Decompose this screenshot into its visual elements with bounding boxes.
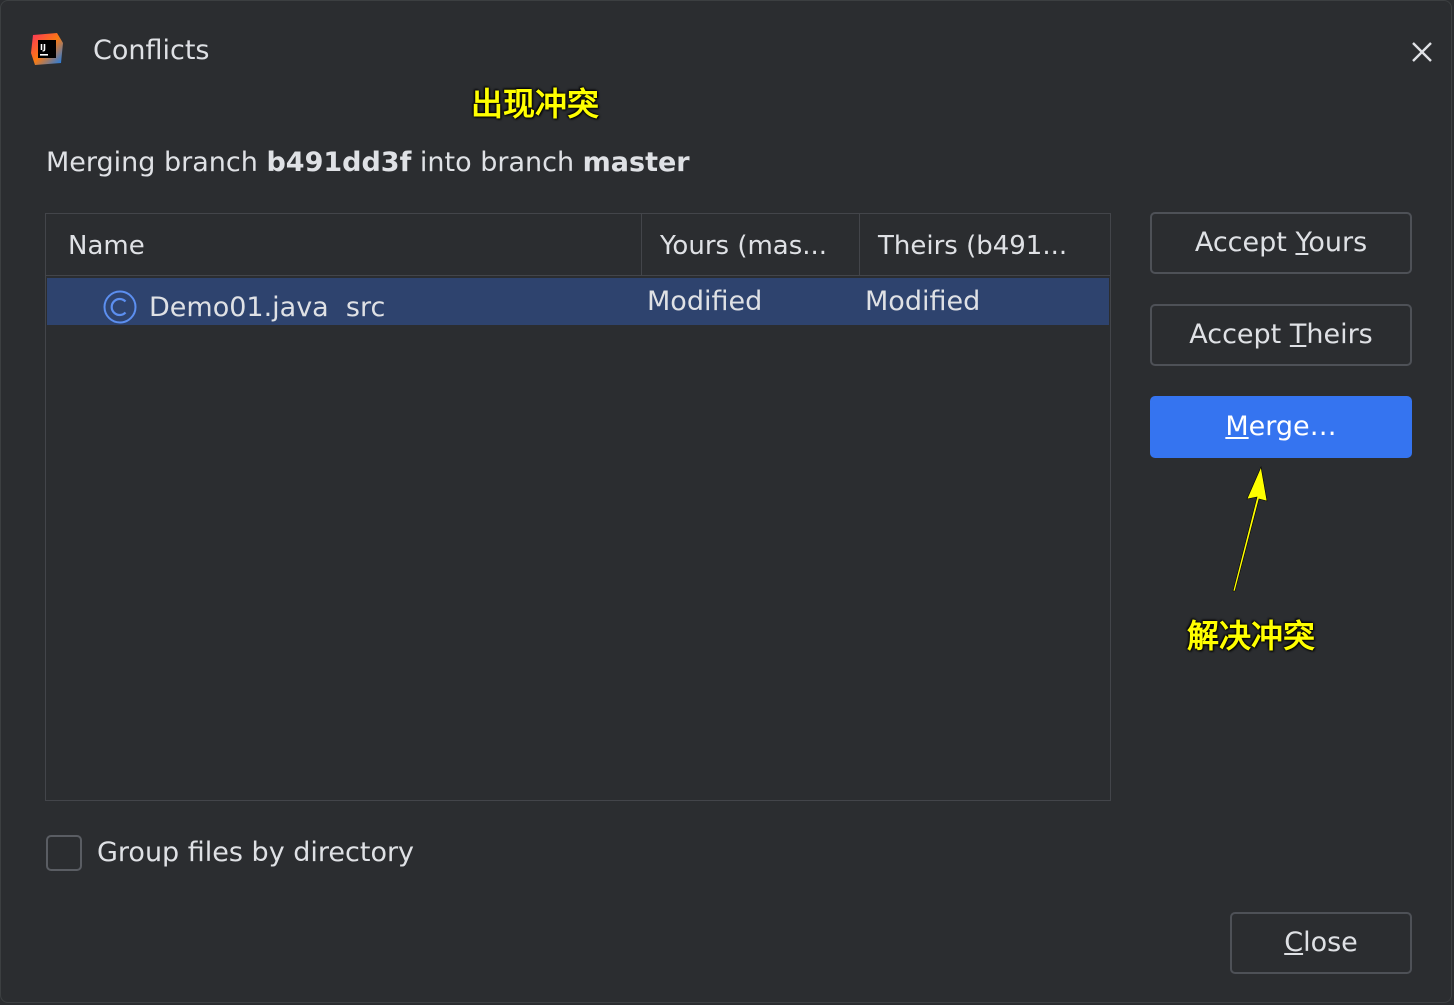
column-header-theirs[interactable]: Theirs (b491...	[860, 214, 1110, 275]
accept-theirs-label-end: heirs	[1306, 319, 1373, 350]
java-class-icon	[103, 290, 137, 324]
accept-yours-mnemonic: Y	[1295, 227, 1309, 258]
accept-theirs-label-start: Accept	[1189, 319, 1290, 350]
accept-yours-label-end: ours	[1308, 227, 1368, 258]
accept-theirs-button[interactable]: Accept Theirs	[1150, 304, 1412, 366]
merge-description-prefix: Merging branch	[46, 147, 267, 178]
file-name: Demo01.java	[149, 292, 329, 323]
merge-description-middle: into branch	[411, 147, 583, 178]
accept-yours-label-start: Accept	[1194, 227, 1296, 258]
svg-text:IJ: IJ	[40, 43, 46, 52]
close-label-end: lose	[1303, 927, 1358, 958]
annotation-arrow	[1232, 465, 1268, 592]
accept-theirs-mnemonic: T	[1289, 319, 1307, 350]
group-by-directory-checkbox[interactable]	[46, 835, 82, 871]
merge-description: Merging branch b491dd3f into branch mast…	[46, 145, 690, 181]
target-branch: master	[582, 147, 690, 178]
close-button[interactable]: Close	[1230, 912, 1412, 974]
dialog-title: Conflicts	[93, 35, 210, 66]
close-icon[interactable]	[1407, 37, 1437, 67]
merge-button[interactable]: Merge…	[1150, 396, 1412, 458]
column-header-name[interactable]: Name	[46, 214, 642, 275]
conflicts-dialog: IJ Conflicts 出现冲突 Merging branch b491dd3…	[0, 0, 1452, 1003]
column-header-yours[interactable]: Yours (mas...	[642, 214, 860, 275]
intellij-idea-icon: IJ	[31, 33, 63, 65]
accept-yours-button[interactable]: Accept Yours	[1150, 212, 1412, 274]
file-name-cell: Demo01.java src	[149, 290, 385, 326]
close-mnemonic: C	[1284, 927, 1304, 958]
table-row[interactable]: Demo01.java src Modified Modified	[47, 278, 1109, 325]
group-by-directory-label[interactable]: Group files by directory	[97, 835, 414, 871]
table-header: Name Yours (mas... Theirs (b491...	[46, 214, 1110, 276]
merge-label-end: erge…	[1248, 411, 1337, 442]
conflicts-table: Name Yours (mas... Theirs (b491... Demo0…	[45, 213, 1111, 801]
annotation-resolve-conflict: 解决冲突	[1187, 617, 1316, 655]
annotation-conflict-appears: 出现冲突	[471, 85, 600, 123]
yours-status-cell: Modified	[647, 286, 763, 317]
theirs-status-cell: Modified	[865, 286, 981, 317]
merge-mnemonic: M	[1225, 411, 1249, 442]
source-branch: b491dd3f	[266, 147, 412, 178]
file-location: src	[345, 292, 386, 323]
